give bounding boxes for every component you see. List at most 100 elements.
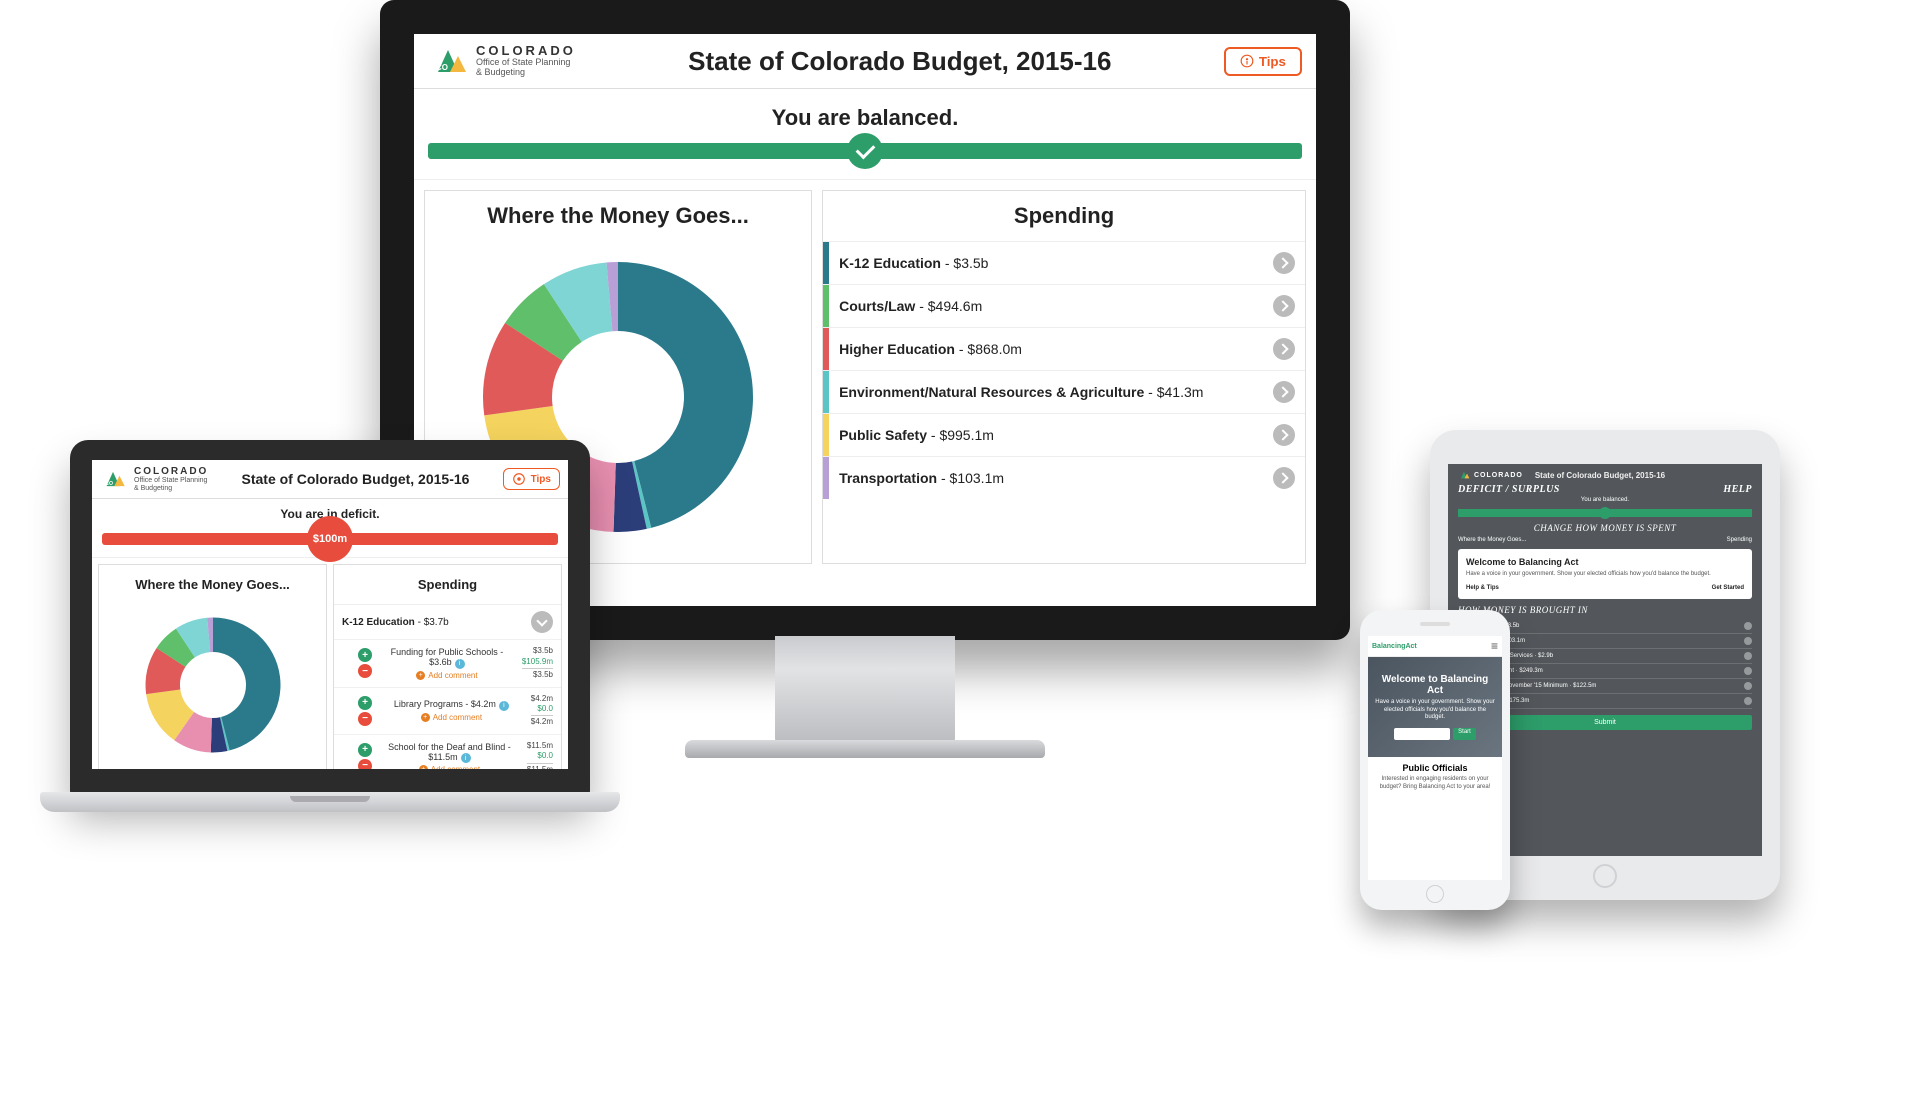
brand-logo: BalancingAct [1372, 643, 1417, 650]
org-logo: CO COLORADO Office of State Planning & B… [100, 466, 208, 492]
spending-row[interactable]: Environment/Natural Resources & Agricult… [823, 370, 1305, 413]
modal-body: Have a voice in your government. Show yo… [1466, 571, 1744, 577]
menu-icon[interactable]: ≡ [1491, 639, 1498, 653]
hero: Welcome to Balancing Act Have a voice in… [1368, 657, 1502, 757]
info-icon[interactable]: i [461, 753, 471, 763]
page-title: State of Colorado Budget, 2015-16 [242, 471, 470, 487]
panel-spending: Spending K-12 Education - $3.5b Courts/L… [822, 190, 1306, 564]
email-input[interactable] [1394, 728, 1450, 740]
balance-bar[interactable] [428, 143, 1302, 159]
svg-text:CO: CO [105, 481, 113, 487]
increase-button[interactable]: + [358, 743, 372, 757]
info-icon[interactable]: i [499, 701, 509, 711]
phone-screen: BalancingAct ≡ Welcome to Balancing Act … [1368, 636, 1502, 880]
app-header: CO COLORADO Office of State Planning & B… [92, 460, 568, 499]
balance-status: You are in deficit. $100m [92, 499, 568, 558]
decrease-button[interactable]: − [358, 759, 372, 769]
increase-button[interactable]: + [358, 648, 372, 662]
modal-title: Welcome to Balancing Act [1466, 557, 1744, 567]
sub-item-values: $11.5m$0.0$11.5m [527, 741, 553, 769]
color-strip [823, 242, 829, 284]
spending-sub-item: + − Library Programs - $4.2mi +Add comme… [334, 687, 561, 734]
color-strip [823, 328, 829, 370]
spending-row[interactable]: Courts/Law - $494.6m [823, 284, 1305, 327]
modal-help-link[interactable]: Help & Tips [1466, 585, 1499, 591]
start-button[interactable]: Start [1453, 728, 1476, 740]
monitor-foot [685, 740, 1045, 758]
org-name: COLORADO [134, 466, 208, 477]
org-name: COLORADO [476, 44, 576, 58]
spending-sub-item: + − School for the Deaf and Blind - $11.… [334, 734, 561, 769]
balance-status: You are balanced. [414, 89, 1316, 180]
laptop-screen: CO COLORADO Office of State Planning & B… [92, 460, 568, 769]
spending-label: Environment/Natural Resources & Agricult… [839, 384, 1263, 400]
tips-button[interactable]: Tips [503, 468, 560, 490]
panels: Where the Money Goes... Spending K-12 Ed… [92, 558, 568, 769]
expand-icon[interactable] [1273, 381, 1295, 403]
panel-money-goes: Where the Money Goes... [98, 564, 327, 769]
monitor-stand [775, 636, 955, 746]
spending-label: Public Safety - $995.1m [839, 427, 1263, 443]
panel-title-left: Where the Money Goes... [425, 191, 811, 241]
expand-icon[interactable] [1744, 622, 1752, 630]
sub-item-name: Library Programs - $4.2mi [380, 699, 523, 711]
home-button-icon[interactable] [1426, 885, 1444, 903]
expand-icon[interactable] [1273, 424, 1295, 446]
deficit-amount: $100m [313, 533, 347, 545]
collapse-icon[interactable] [531, 611, 553, 633]
expand-icon[interactable] [1273, 338, 1295, 360]
officials-section: Public Officials Interested in engaging … [1368, 757, 1502, 798]
laptop-device: CO COLORADO Office of State Planning & B… [40, 440, 620, 860]
tips-button[interactable]: Tips [1224, 47, 1302, 76]
spending-row[interactable]: K-12 Education - $3.5b [823, 241, 1305, 284]
donut-chart [99, 604, 326, 769]
org-dept2: & Budgeting [476, 68, 576, 78]
color-strip [823, 371, 829, 413]
home-button-icon[interactable] [1593, 864, 1617, 888]
balance-knob[interactable] [1599, 507, 1611, 519]
decrease-button[interactable]: − [358, 664, 372, 678]
add-comment-link[interactable]: +Add comment [380, 713, 523, 722]
deficit-knob[interactable]: $100m [307, 516, 353, 562]
annot-change: CHANGE HOW MONEY IS SPENT [1458, 523, 1752, 533]
category-amount: $3.7b [424, 617, 449, 628]
laptop-base [40, 792, 620, 812]
expand-icon[interactable] [1273, 295, 1295, 317]
spending-row[interactable]: Public Safety - $995.1m [823, 413, 1305, 456]
status-text: You are balanced. [428, 105, 1302, 131]
decrease-button[interactable]: − [358, 712, 372, 726]
modal-start-link[interactable]: Get Started [1712, 585, 1744, 591]
expand-icon[interactable] [1744, 697, 1752, 705]
spending-row[interactable]: Transportation - $103.1m [823, 456, 1305, 499]
expand-icon[interactable] [1744, 637, 1752, 645]
expand-icon[interactable] [1744, 652, 1752, 660]
expand-icon[interactable] [1273, 252, 1295, 274]
info-icon[interactable]: i [455, 659, 465, 669]
annot-help: HELP [1723, 484, 1752, 495]
balance-bar[interactable] [1458, 509, 1752, 517]
org-name: COLORADO [1474, 472, 1523, 479]
expand-icon[interactable] [1273, 467, 1295, 489]
app-header: BalancingAct ≡ [1368, 636, 1502, 657]
sub-item-name: School for the Deaf and Blind - $11.5mi [380, 742, 519, 764]
increase-button[interactable]: + [358, 696, 372, 710]
laptop-notch [290, 796, 370, 802]
org-dept2: & Budgeting [134, 485, 208, 493]
add-comment-link[interactable]: +Add comment [380, 671, 514, 680]
spending-row[interactable]: Higher Education - $868.0m [823, 327, 1305, 370]
colorado-logo-icon [1458, 470, 1470, 480]
sub-item-name: Funding for Public Schools - $3.6bi [380, 647, 514, 669]
spending-label: K-12 Education - $3.5b [839, 255, 1263, 271]
lightbulb-icon [1240, 54, 1254, 68]
sub-item-values: $3.5b$105.9m$3.5b [522, 646, 553, 680]
spending-category-row[interactable]: K-12 Education - $3.7b [334, 604, 561, 639]
balance-knob-check-icon[interactable] [847, 133, 883, 169]
annot-brought: HOW MONEY IS BROUGHT IN [1458, 605, 1752, 615]
panel-spending: Spending K-12 Education - $3.7b + − Fund… [333, 564, 562, 769]
expand-icon[interactable] [1744, 667, 1752, 675]
balance-bar[interactable]: $100m [102, 533, 558, 545]
color-strip [823, 285, 829, 327]
add-comment-link[interactable]: +Add comment [380, 765, 519, 769]
phone-speaker [1420, 622, 1450, 626]
expand-icon[interactable] [1744, 682, 1752, 690]
